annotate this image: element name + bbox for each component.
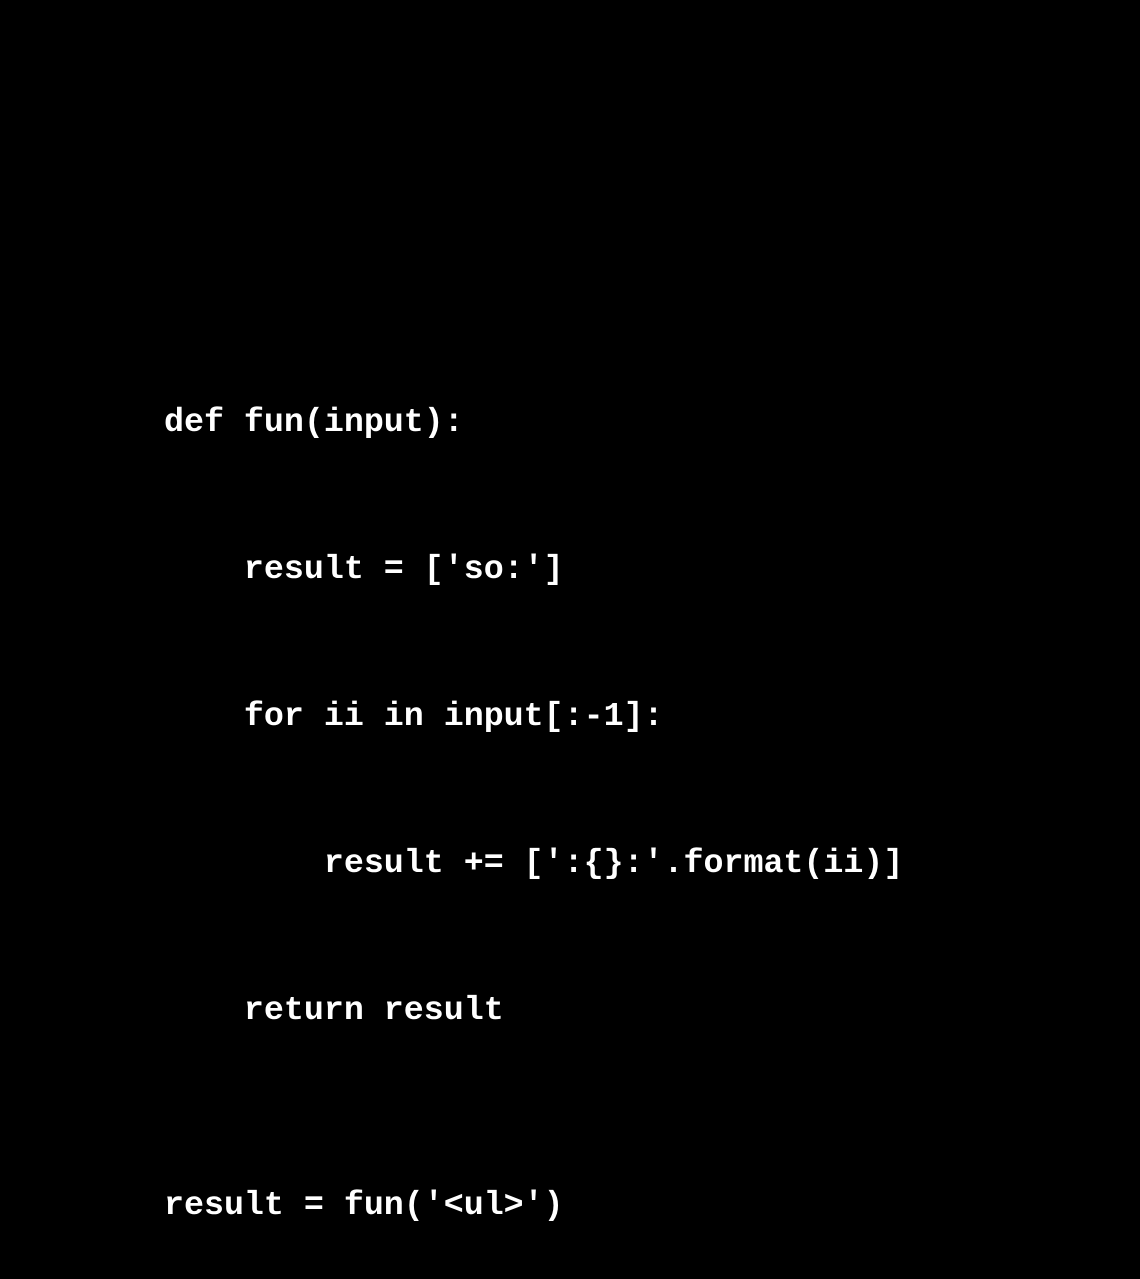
code-block: def fun(input): result = ['so:'] for ii … — [164, 300, 903, 1279]
code-line-for-loop: for ii in input[:-1]: — [164, 697, 664, 735]
code-line-result-append: result += [':{}:'.format(ii)] — [164, 844, 904, 882]
code-line-result-init: result = ['so:'] — [164, 550, 564, 588]
code-line-def: def fun(input): — [164, 403, 464, 441]
code-line-call: result = fun('<ul>') — [164, 1186, 564, 1224]
code-slide: { "code": { "lines": [ "def fun(input):"… — [0, 0, 1140, 1224]
code-line-return: return result — [164, 991, 504, 1029]
